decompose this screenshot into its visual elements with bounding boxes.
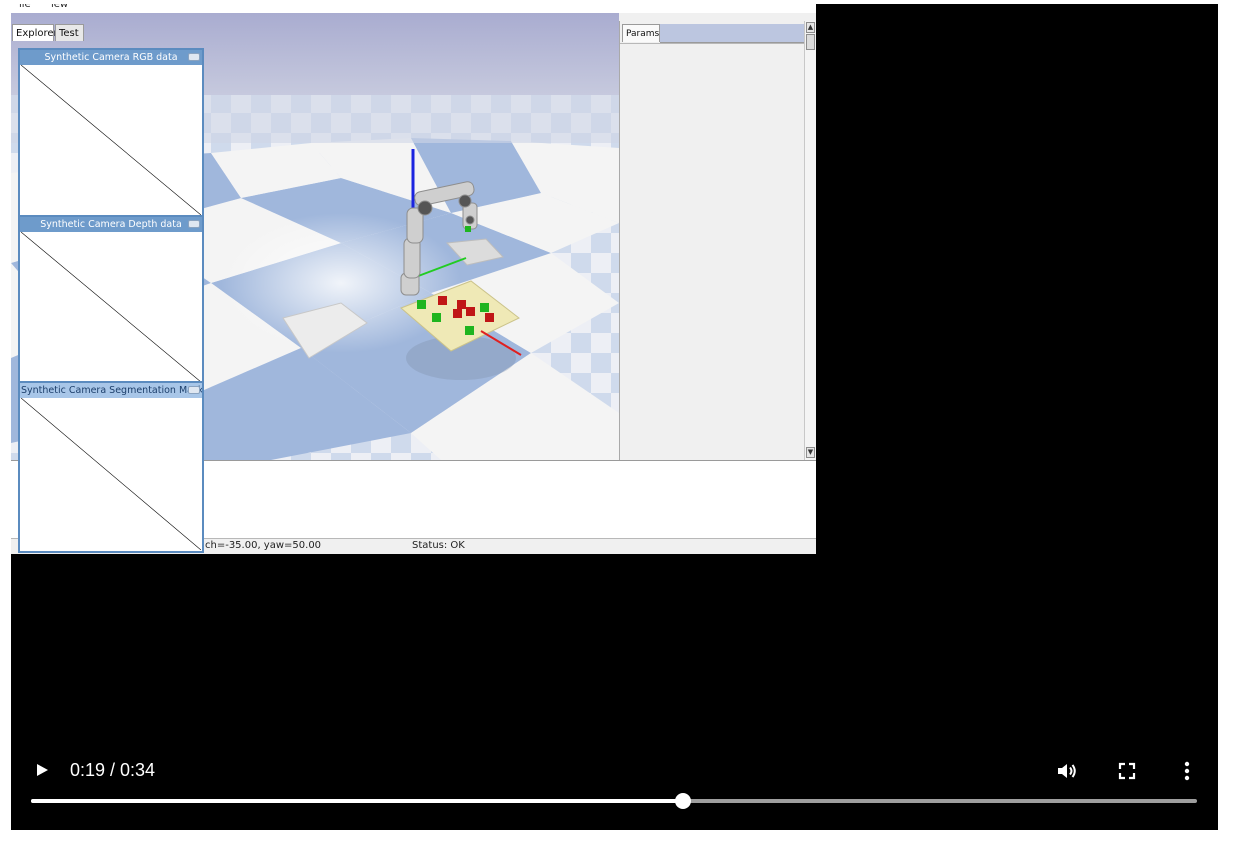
progress-bar[interactable]	[31, 793, 1197, 809]
menu-view[interactable]: iew	[51, 4, 68, 10]
progress-scrubber[interactable]	[674, 793, 691, 809]
play-icon	[37, 764, 48, 776]
time-display: 0:19 / 0:34	[70, 760, 156, 780]
menu-file[interactable]: ile	[19, 4, 31, 10]
scroll-up-icon[interactable]: ▲	[806, 22, 815, 33]
tab-params[interactable]: Params	[622, 24, 660, 42]
camera-segmentation-window[interactable]: Synthetic Camera Segmentation Mask	[18, 381, 204, 553]
menu-bar: ile iew	[11, 4, 816, 13]
scroll-down-icon[interactable]: ▼	[806, 447, 815, 458]
window-button-icon[interactable]	[188, 53, 200, 61]
fullscreen-button[interactable]	[1118, 762, 1136, 780]
params-tab-strip	[660, 24, 806, 43]
more-options-button[interactable]	[1178, 760, 1196, 782]
params-panel: Params	[619, 21, 806, 461]
params-scrollbar[interactable]: ▲ ▼	[804, 21, 816, 460]
camera-depth-window[interactable]: Synthetic Camera Depth data	[18, 215, 204, 385]
camera-depth-title[interactable]: Synthetic Camera Depth data	[20, 217, 202, 232]
camera-rgb-image	[21, 65, 201, 215]
more-vert-icon	[1184, 761, 1190, 781]
camera-status-text: ch=-35.00, yaw=50.00	[205, 540, 322, 551]
tab-test[interactable]: Test	[55, 24, 84, 41]
params-body	[620, 43, 806, 461]
fullscreen-icon	[1118, 762, 1136, 780]
camera-segmentation-image	[21, 398, 201, 550]
window-button-icon[interactable]	[188, 386, 200, 394]
video-player[interactable]: ile iew Explorer Test Params ▲ ▼ ch=-35.…	[11, 4, 1218, 830]
volume-icon	[1058, 764, 1076, 778]
progress-played	[31, 799, 683, 803]
play-button[interactable]	[33, 760, 51, 780]
tab-explorer[interactable]: Explorer	[12, 24, 58, 41]
scroll-thumb[interactable]	[806, 34, 815, 50]
camera-segmentation-title[interactable]: Synthetic Camera Segmentation Mask	[20, 383, 202, 398]
camera-rgb-title[interactable]: Synthetic Camera RGB data	[20, 50, 202, 65]
volume-button[interactable]	[1056, 761, 1078, 781]
camera-rgb-window[interactable]: Synthetic Camera RGB data	[18, 48, 204, 218]
simulation-window: ile iew Explorer Test Params ▲ ▼ ch=-35.…	[11, 4, 816, 554]
window-button-icon[interactable]	[188, 220, 200, 228]
status-text: Status: OK	[412, 540, 465, 551]
camera-depth-image	[21, 232, 201, 382]
